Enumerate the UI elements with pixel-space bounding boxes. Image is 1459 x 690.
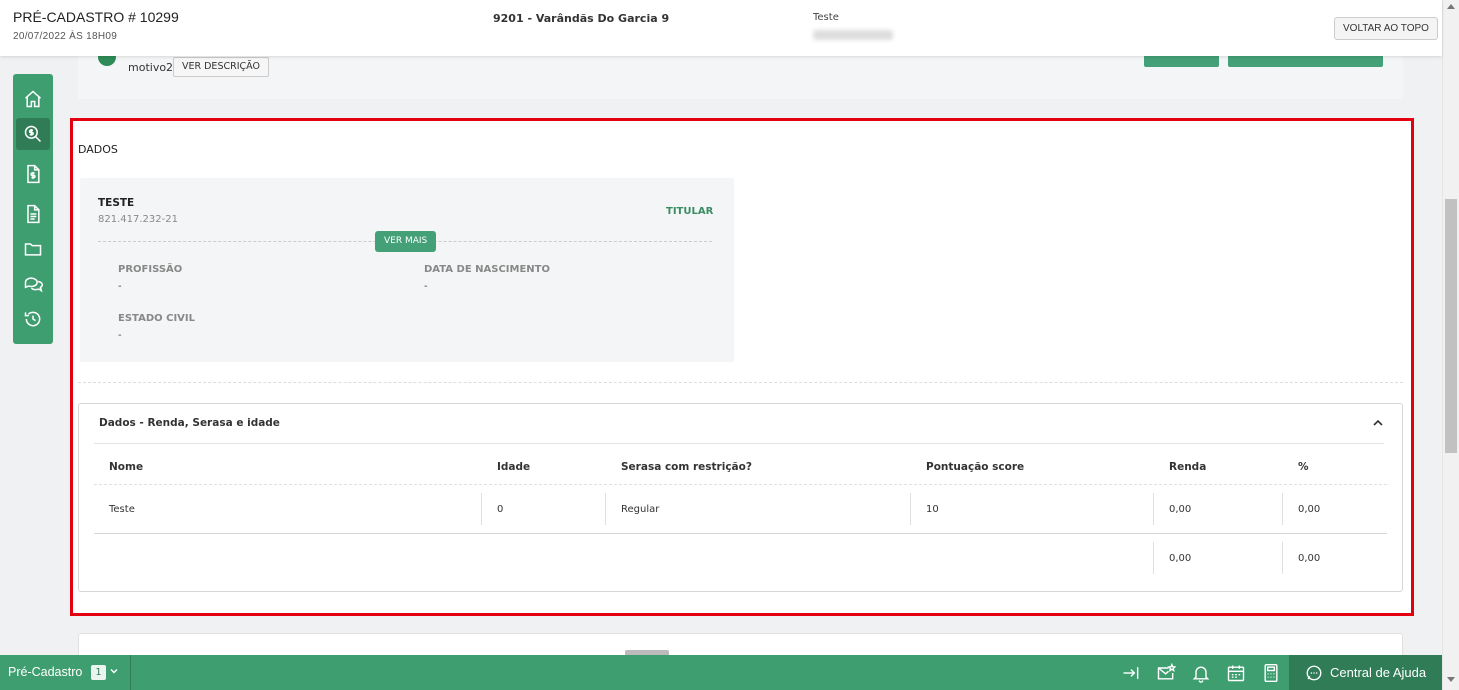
calendar-icon	[1227, 665, 1245, 682]
app-tab-label: Pré-Cadastro	[8, 665, 83, 679]
bottom-taskbar: Pré-Cadastro 1 Central de Ajuda	[0, 655, 1442, 690]
person-role: TITULAR	[666, 206, 714, 217]
divider	[94, 533, 1387, 534]
collapse-right-icon	[1123, 667, 1139, 679]
chat-icon	[24, 277, 43, 293]
cell-divider	[1153, 493, 1154, 525]
collapse-right-button[interactable]	[1121, 663, 1141, 683]
scrollbar-thumb[interactable]	[1445, 199, 1457, 453]
cell-divider	[1282, 542, 1283, 574]
sidebar-item-chat[interactable]	[16, 268, 50, 300]
document-icon	[27, 204, 40, 224]
cell-divider	[1153, 542, 1154, 574]
calendar-button[interactable]	[1226, 663, 1246, 683]
invoice-icon	[27, 164, 40, 184]
cell-nome: Teste	[109, 504, 135, 515]
cell-renda: 0,00	[1169, 504, 1192, 515]
column-header-renda: Renda	[1169, 461, 1207, 473]
sidebar-item-finance[interactable]	[16, 118, 50, 150]
calculator-button[interactable]	[1261, 663, 1281, 683]
column-header-percent: %	[1298, 461, 1309, 473]
page-datetime: 20/07/2022 ÀS 18H09	[13, 31, 118, 42]
column-header-serasa: Serasa com restrição?	[621, 461, 752, 473]
sidebar-item-invoice[interactable]	[16, 158, 50, 190]
history-icon	[24, 311, 41, 327]
sidebar-item-home[interactable]	[16, 83, 50, 115]
app-tab[interactable]: Pré-Cadastro 1	[0, 655, 131, 690]
scroll-down-icon[interactable]	[1447, 677, 1455, 682]
ver-descricao-button[interactable]: VER DESCRIÇÃO	[173, 57, 269, 77]
cell-divider	[1282, 493, 1283, 525]
sidebar-item-history[interactable]	[16, 303, 50, 335]
back-to-top-button[interactable]: VOLTAR AO TOPO	[1334, 17, 1438, 40]
app-tab-count: 1	[91, 665, 106, 680]
money-search-icon	[24, 125, 42, 143]
cell-idade: 0	[497, 504, 504, 515]
dados-title: DADOS	[78, 143, 118, 156]
vertical-scrollbar[interactable]	[1442, 0, 1459, 690]
development-label: 9201 - Varândãs Do Garcia 9	[493, 12, 670, 25]
left-sidebar	[13, 74, 53, 344]
data-nascimento-label: DATA DE NASCIMENTO	[424, 264, 550, 275]
cell-divider	[605, 493, 606, 525]
cell-divider	[910, 493, 911, 525]
user-name: Teste	[813, 12, 839, 23]
column-header-idade: Idade	[497, 461, 531, 473]
total-renda: 0,00	[1169, 553, 1192, 564]
renda-panel: Dados - Renda, Serasa e idade Nome Idade…	[78, 403, 1403, 592]
scroll-up-icon[interactable]	[1447, 4, 1455, 9]
help-center-button[interactable]: Central de Ajuda	[1289, 655, 1442, 690]
blurred-info	[813, 30, 893, 40]
estado-civil-value: -	[118, 330, 122, 341]
help-center-label: Central de Ajuda	[1330, 665, 1427, 680]
person-card: TESTE 821.417.232-21 TITULAR VER MAIS PR…	[80, 178, 734, 362]
cell-score: 10	[926, 504, 939, 515]
person-cpf: 821.417.232-21	[98, 214, 178, 225]
notifications-button[interactable]	[1191, 663, 1211, 683]
chat-bubble-icon	[1306, 665, 1322, 681]
messages-button[interactable]	[1156, 662, 1177, 683]
dados-card: DADOS TESTE 821.417.232-21 TITULAR VER M…	[70, 118, 1414, 616]
ver-mais-button[interactable]: VER MAIS	[375, 231, 437, 252]
cell-percent: 0,00	[1298, 504, 1321, 515]
mail-star-icon	[1157, 662, 1177, 680]
folder-icon	[24, 243, 42, 256]
bell-icon	[1192, 666, 1210, 683]
divider	[94, 484, 1387, 485]
data-nascimento-value: -	[424, 281, 428, 292]
motivo-label: motivo2	[128, 61, 174, 74]
cell-serasa: Regular	[621, 504, 660, 515]
cell-divider	[481, 493, 482, 525]
home-icon	[25, 90, 41, 108]
chevron-down-icon[interactable]	[110, 667, 118, 675]
person-name: TESTE	[98, 197, 135, 209]
page-title: PRÉ-CADASTRO # 10299	[13, 9, 179, 25]
renda-panel-title: Dados - Renda, Serasa e idade	[99, 417, 280, 429]
status-panel: motivo2 VER DESCRIÇÃO	[78, 48, 1403, 99]
sidebar-item-folder[interactable]	[16, 233, 50, 265]
estado-civil-label: ESTADO CIVIL	[118, 313, 195, 324]
column-header-nome: Nome	[109, 461, 144, 473]
profissao-label: PROFISSÃO	[118, 264, 183, 275]
profissao-value: -	[118, 281, 122, 292]
chevron-up-icon[interactable]	[1371, 417, 1385, 429]
divider	[94, 443, 1384, 444]
calculator-icon	[1264, 663, 1278, 683]
divider	[78, 382, 1403, 383]
column-header-score: Pontuação score	[926, 461, 1025, 473]
total-percent: 0,00	[1298, 553, 1321, 564]
top-header: PRÉ-CADASTRO # 10299 20/07/2022 ÀS 18H09…	[0, 0, 1442, 56]
sidebar-item-document[interactable]	[16, 198, 50, 230]
